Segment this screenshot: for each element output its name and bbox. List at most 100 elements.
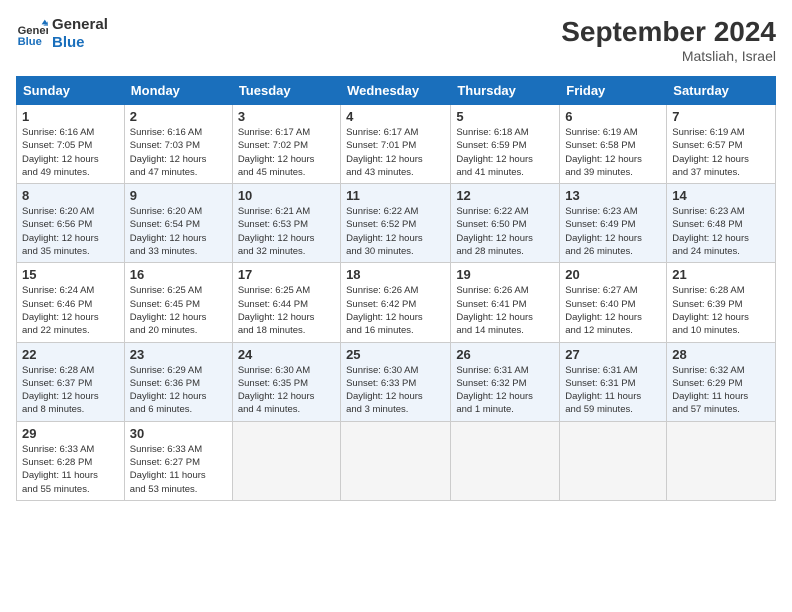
day-info: Sunrise: 6:16 AM Sunset: 7:03 PM Dayligh…	[130, 126, 227, 179]
day-number: 1	[22, 109, 119, 124]
calendar-day-cell: 25 Sunrise: 6:30 AM Sunset: 6:33 PM Dayli…	[341, 342, 451, 421]
day-info: Sunrise: 6:23 AM Sunset: 6:48 PM Dayligh…	[672, 205, 770, 258]
day-info: Sunrise: 6:28 AM Sunset: 6:37 PM Dayligh…	[22, 364, 119, 417]
calendar-day-cell	[232, 421, 340, 500]
calendar-day-cell: 27Sunrise: 6:31 AM Sunset: 6:31 PM Dayli…	[560, 342, 667, 421]
calendar-day-cell: 4 Sunrise: 6:17 AM Sunset: 7:01 PM Daylig…	[341, 105, 451, 184]
calendar-day-cell	[667, 421, 776, 500]
day-info: Sunrise: 6:18 AM Sunset: 6:59 PM Dayligh…	[456, 126, 554, 179]
day-number: 6	[565, 109, 661, 124]
calendar-day-cell: 26 Sunrise: 6:31 AM Sunset: 6:32 PM Dayli…	[451, 342, 560, 421]
day-info: Sunrise: 6:29 AM Sunset: 6:36 PM Dayligh…	[130, 364, 227, 417]
day-info: Sunrise: 6:24 AM Sunset: 6:46 PM Dayligh…	[22, 284, 119, 337]
logo-name-general: General	[52, 16, 108, 34]
day-info: Sunrise: 6:16 AM Sunset: 7:05 PM Dayligh…	[22, 126, 119, 179]
calendar-day-cell: 21 Sunrise: 6:28 AM Sunset: 6:39 PM Dayli…	[667, 263, 776, 342]
day-info: Sunrise: 6:26 AM Sunset: 6:42 PM Dayligh…	[346, 284, 445, 337]
weekday-header-monday: Monday	[124, 77, 232, 105]
day-info: Sunrise: 6:32 AM Sunset: 6:29 PM Dayligh…	[672, 364, 770, 417]
day-info: Sunrise: 6:31 AM Sunset: 6:31 PM Dayligh…	[565, 364, 661, 417]
calendar-week-row: 29Sunrise: 6:33 AM Sunset: 6:28 PM Dayli…	[17, 421, 776, 500]
calendar-week-row: 22 Sunrise: 6:28 AM Sunset: 6:37 PM Dayli…	[17, 342, 776, 421]
day-info: Sunrise: 6:20 AM Sunset: 6:54 PM Dayligh…	[130, 205, 227, 258]
weekday-header-wednesday: Wednesday	[341, 77, 451, 105]
svg-text:Blue: Blue	[18, 36, 42, 48]
day-number: 12	[456, 188, 554, 203]
day-number: 3	[238, 109, 335, 124]
day-info: Sunrise: 6:33 AM Sunset: 6:28 PM Dayligh…	[22, 443, 119, 496]
calendar-day-cell: 29Sunrise: 6:33 AM Sunset: 6:28 PM Dayli…	[17, 421, 125, 500]
logo: General Blue General Blue	[16, 16, 108, 52]
calendar-day-cell: 24Sunrise: 6:30 AM Sunset: 6:35 PM Dayli…	[232, 342, 340, 421]
day-info: Sunrise: 6:25 AM Sunset: 6:44 PM Dayligh…	[238, 284, 335, 337]
calendar-day-cell: 3 Sunrise: 6:17 AM Sunset: 7:02 PM Daylig…	[232, 105, 340, 184]
day-number: 28	[672, 347, 770, 362]
calendar-day-cell	[341, 421, 451, 500]
day-number: 25	[346, 347, 445, 362]
calendar-table: SundayMondayTuesdayWednesdayThursdayFrid…	[16, 76, 776, 501]
day-number: 8	[22, 188, 119, 203]
day-info: Sunrise: 6:28 AM Sunset: 6:39 PM Dayligh…	[672, 284, 770, 337]
day-number: 20	[565, 267, 661, 282]
day-number: 26	[456, 347, 554, 362]
calendar-day-cell: 8 Sunrise: 6:20 AM Sunset: 6:56 PM Daylig…	[17, 184, 125, 263]
day-info: Sunrise: 6:30 AM Sunset: 6:33 PM Dayligh…	[346, 364, 445, 417]
day-number: 10	[238, 188, 335, 203]
day-info: Sunrise: 6:17 AM Sunset: 7:01 PM Dayligh…	[346, 126, 445, 179]
calendar-day-cell: 9 Sunrise: 6:20 AM Sunset: 6:54 PM Daylig…	[124, 184, 232, 263]
calendar-day-cell: 30Sunrise: 6:33 AM Sunset: 6:27 PM Dayli…	[124, 421, 232, 500]
day-number: 4	[346, 109, 445, 124]
day-info: Sunrise: 6:19 AM Sunset: 6:58 PM Dayligh…	[565, 126, 661, 179]
calendar-day-cell: 13Sunrise: 6:23 AM Sunset: 6:49 PM Dayli…	[560, 184, 667, 263]
calendar-day-cell: 10Sunrise: 6:21 AM Sunset: 6:53 PM Dayli…	[232, 184, 340, 263]
weekday-header-tuesday: Tuesday	[232, 77, 340, 105]
month-year-title: September 2024	[561, 16, 776, 48]
day-number: 19	[456, 267, 554, 282]
calendar-header-row: SundayMondayTuesdayWednesdayThursdayFrid…	[17, 77, 776, 105]
day-info: Sunrise: 6:22 AM Sunset: 6:52 PM Dayligh…	[346, 205, 445, 258]
calendar-day-cell	[560, 421, 667, 500]
day-info: Sunrise: 6:25 AM Sunset: 6:45 PM Dayligh…	[130, 284, 227, 337]
calendar-day-cell: 22 Sunrise: 6:28 AM Sunset: 6:37 PM Dayli…	[17, 342, 125, 421]
day-info: Sunrise: 6:19 AM Sunset: 6:57 PM Dayligh…	[672, 126, 770, 179]
calendar-day-cell: 19Sunrise: 6:26 AM Sunset: 6:41 PM Dayli…	[451, 263, 560, 342]
calendar-day-cell: 2Sunrise: 6:16 AM Sunset: 7:03 PM Daylig…	[124, 105, 232, 184]
calendar-day-cell: 11Sunrise: 6:22 AM Sunset: 6:52 PM Dayli…	[341, 184, 451, 263]
calendar-week-row: 15 Sunrise: 6:24 AM Sunset: 6:46 PM Dayli…	[17, 263, 776, 342]
calendar-day-cell	[451, 421, 560, 500]
logo-icon: General Blue	[16, 18, 48, 50]
calendar-day-cell: 6 Sunrise: 6:19 AM Sunset: 6:58 PM Daylig…	[560, 105, 667, 184]
page-header: General Blue General Blue September 2024…	[16, 16, 776, 64]
day-info: Sunrise: 6:22 AM Sunset: 6:50 PM Dayligh…	[456, 205, 554, 258]
day-number: 18	[346, 267, 445, 282]
logo-name-blue: Blue	[52, 34, 108, 52]
weekday-header-thursday: Thursday	[451, 77, 560, 105]
day-number: 17	[238, 267, 335, 282]
calendar-day-cell: 5Sunrise: 6:18 AM Sunset: 6:59 PM Daylig…	[451, 105, 560, 184]
calendar-day-cell: 15 Sunrise: 6:24 AM Sunset: 6:46 PM Dayli…	[17, 263, 125, 342]
calendar-day-cell: 1 Sunrise: 6:16 AM Sunset: 7:05 PM Daylig…	[17, 105, 125, 184]
day-number: 22	[22, 347, 119, 362]
calendar-day-cell: 18 Sunrise: 6:26 AM Sunset: 6:42 PM Dayli…	[341, 263, 451, 342]
day-number: 15	[22, 267, 119, 282]
day-number: 30	[130, 426, 227, 441]
day-number: 24	[238, 347, 335, 362]
day-number: 7	[672, 109, 770, 124]
day-info: Sunrise: 6:20 AM Sunset: 6:56 PM Dayligh…	[22, 205, 119, 258]
day-number: 13	[565, 188, 661, 203]
day-number: 21	[672, 267, 770, 282]
day-number: 9	[130, 188, 227, 203]
calendar-day-cell: 14Sunrise: 6:23 AM Sunset: 6:48 PM Dayli…	[667, 184, 776, 263]
weekday-header-friday: Friday	[560, 77, 667, 105]
calendar-day-cell: 12 Sunrise: 6:22 AM Sunset: 6:50 PM Dayli…	[451, 184, 560, 263]
day-info: Sunrise: 6:31 AM Sunset: 6:32 PM Dayligh…	[456, 364, 554, 417]
day-number: 23	[130, 347, 227, 362]
day-info: Sunrise: 6:27 AM Sunset: 6:40 PM Dayligh…	[565, 284, 661, 337]
calendar-day-cell: 7 Sunrise: 6:19 AM Sunset: 6:57 PM Daylig…	[667, 105, 776, 184]
calendar-day-cell: 23 Sunrise: 6:29 AM Sunset: 6:36 PM Dayli…	[124, 342, 232, 421]
day-info: Sunrise: 6:17 AM Sunset: 7:02 PM Dayligh…	[238, 126, 335, 179]
svg-text:General: General	[18, 25, 48, 37]
day-number: 16	[130, 267, 227, 282]
calendar-day-cell: 20 Sunrise: 6:27 AM Sunset: 6:40 PM Dayli…	[560, 263, 667, 342]
calendar-day-cell: 17 Sunrise: 6:25 AM Sunset: 6:44 PM Dayli…	[232, 263, 340, 342]
